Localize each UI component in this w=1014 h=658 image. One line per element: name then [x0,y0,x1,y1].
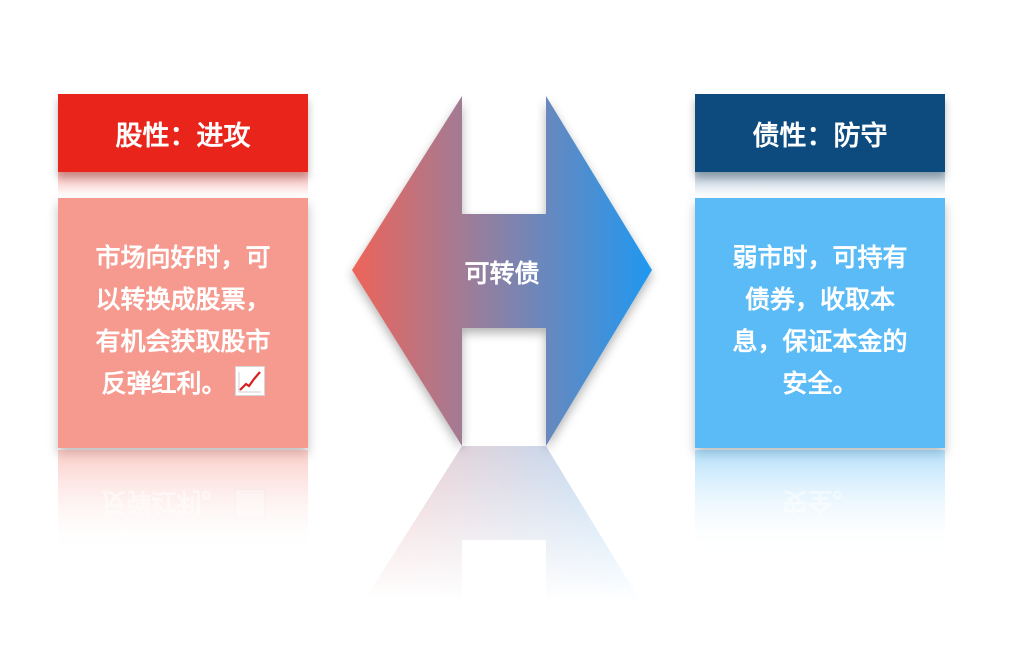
bond-line-1: 弱市时，可持有 [732,243,908,272]
chart-increasing-icon [234,366,265,396]
equity-header: 股性：进攻 [58,94,308,172]
bond-body: 弱市时，可持有 债券，收取本 息，保证本金的 安全。 [695,198,945,448]
bond-line-3: 息，保证本金的 [732,327,908,356]
equity-line-2: 以转换成股票， [95,285,271,314]
equity-body: 市场向好时，可 以转换成股票， 有机会获取股市 反弹红利。 [58,198,308,448]
convertible-bond-label: 可转债 [464,259,540,288]
bond-header: 债性：防守 [695,94,945,172]
bond-line-2: 债券，收取本 [744,285,895,314]
equity-line-4: 反弹红利。 [101,369,227,398]
bond-line-4: 安全。 [782,369,858,398]
equity-line-3: 有机会获取股市 [95,327,271,356]
equity-line-1: 市场向好时，可 [95,243,271,272]
equity-line-4-wrap: 反弹红利。 [58,363,308,405]
